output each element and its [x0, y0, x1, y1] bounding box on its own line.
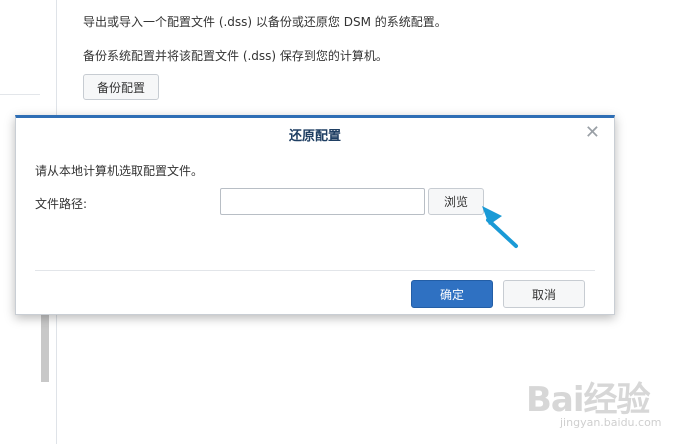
watermark-brand: Bai经验: [526, 380, 651, 420]
file-path-input[interactable]: [220, 188, 425, 215]
left-divider: [0, 94, 40, 95]
watermark-url: jingyan.baidu.com: [560, 416, 662, 429]
cancel-button[interactable]: 取消: [503, 280, 585, 308]
dialog-description: 请从本地计算机选取配置文件。: [35, 164, 204, 178]
dialog-separator: [35, 270, 595, 271]
ok-button[interactable]: 确定: [411, 280, 493, 308]
restore-config-dialog: 还原配置 ✕ 请从本地计算机选取配置文件。 文件路径: 浏览 确定 取消: [15, 115, 615, 315]
annotation-arrow-icon: [482, 206, 518, 248]
backup-description-line1: 导出或导入一个配置文件 (.dss) 以备份或还原您 DSM 的系统配置。: [83, 15, 447, 29]
baidu-jingyan-watermark: Bai经验 jingyan.baidu.com: [520, 368, 672, 438]
backup-description-line2: 备份系统配置并将该配置文件 (.dss) 保存到您的计算机。: [83, 49, 388, 63]
backup-config-button[interactable]: 备份配置: [83, 74, 159, 100]
file-path-label: 文件路径:: [35, 197, 88, 211]
dialog-title: 还原配置: [288, 129, 341, 144]
close-icon[interactable]: ✕: [585, 124, 600, 142]
